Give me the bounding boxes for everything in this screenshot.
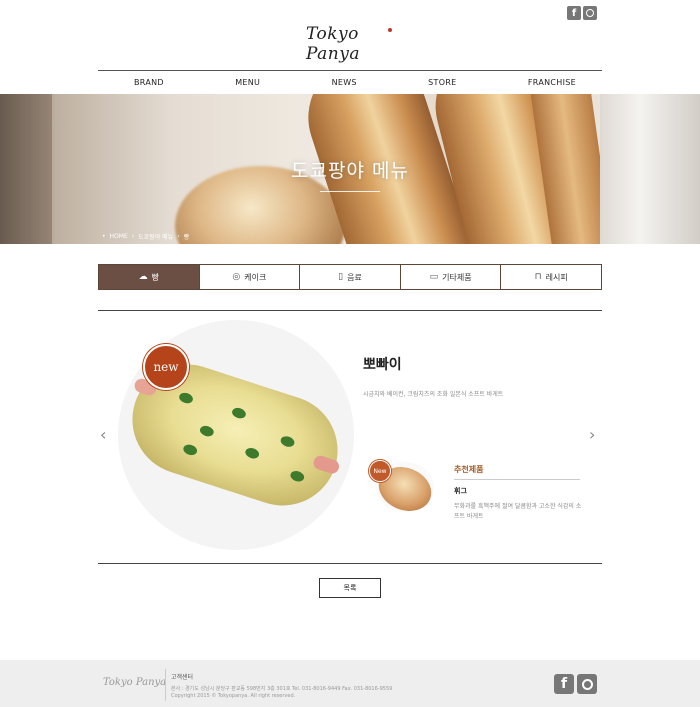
product-name: 뽀빠이 [363, 357, 402, 373]
footer-address: 본사 : 경기도 성남시 분당구 판교동 598번지 3층 301호 Tel. … [171, 686, 393, 692]
footer: Tokyo Panya 고객센터 본사 : 경기도 성남시 분당구 판교동 59… [0, 660, 700, 707]
footer-title: 고객센터 [171, 674, 194, 681]
tab-label: 기타제품 [442, 272, 472, 282]
recommended-divider [454, 479, 580, 480]
breadcrumb-current: 빵 [183, 234, 190, 241]
chevron-right-icon: › [177, 233, 180, 240]
logo[interactable]: Tokyo Panya [300, 18, 400, 64]
nav-menu[interactable]: MENU [235, 78, 260, 87]
breadcrumb-home[interactable]: HOME [110, 233, 128, 240]
tab-label: 케이크 [244, 272, 267, 282]
nav-franchise[interactable]: FRANCHISE [528, 78, 576, 87]
logo-dot [388, 28, 392, 32]
instagram-icon[interactable] [583, 6, 597, 20]
tab-label: 빵 [151, 272, 159, 282]
category-tabs: ☁ 빵 ◎ 케이크 ▯ 음료 ▭ 기타제품 ⊓ 레시피 [98, 264, 602, 290]
tab-drink[interactable]: ▯ 음료 [299, 265, 400, 289]
tab-bread[interactable]: ☁ 빵 [99, 265, 199, 289]
list-button[interactable]: 목록 [319, 578, 381, 598]
facebook-icon[interactable]: f [567, 6, 581, 20]
divider [98, 563, 602, 564]
breadcrumb-menu[interactable]: 도쿄팡야 메뉴 [138, 232, 173, 241]
nav-store[interactable]: STORE [428, 78, 456, 87]
page-title: 도쿄팡야 메뉴 [291, 160, 409, 182]
footer-logo: Tokyo Panya [103, 677, 167, 688]
hero-banner: 도쿄팡야 메뉴 • HOME › 도쿄팡야 메뉴 › 빵 [0, 94, 700, 244]
prev-arrow-icon[interactable]: ‹ [100, 425, 106, 444]
instagram-icon[interactable] [577, 674, 597, 694]
footer-social: f [554, 674, 597, 694]
recommended-description: 무화과를 흑맥주에 절여 달콤함과 고소한 식감의 소프트 바게트 [454, 503, 582, 521]
product-icon: ▭ [429, 272, 439, 282]
tab-other-products[interactable]: ▭ 기타제품 [399, 265, 501, 289]
divider [98, 310, 602, 311]
breadcrumb: • HOME › 도쿄팡야 메뉴 › 빵 [102, 232, 189, 241]
footer-copyright: Copyright 2015 © Tokyopanya. All right r… [171, 693, 296, 699]
next-arrow-icon[interactable]: › [589, 425, 595, 444]
tab-label: 레시피 [545, 272, 568, 282]
chevron-right-icon: › [131, 233, 135, 240]
main-nav: BRAND MENU NEWS STORE FRANCHISE [98, 70, 602, 94]
tab-cake[interactable]: ◎ 케이크 [198, 265, 300, 289]
cake-icon: ◎ [232, 272, 241, 282]
nav-brand[interactable]: BRAND [134, 78, 164, 87]
tab-recipe[interactable]: ⊓ 레시피 [500, 265, 601, 289]
social-links-top: f [567, 6, 597, 20]
facebook-icon[interactable]: f [554, 674, 574, 694]
footer-divider [165, 669, 166, 701]
bread-icon: ☁ [138, 272, 148, 282]
recommended-name[interactable]: 휘그 [454, 486, 467, 496]
breadcrumb-dot: • [102, 233, 106, 240]
new-badge: new [143, 344, 189, 390]
title-underline [320, 191, 380, 192]
drink-icon: ▯ [338, 272, 344, 282]
logo-text: Tokyo Panya [306, 24, 360, 64]
tab-label: 음료 [347, 272, 362, 282]
recipe-icon: ⊓ [534, 272, 542, 282]
product-description: 시금치와 베이컨, 크림치즈의 조화 일본식 소프트 바게트 [363, 391, 504, 398]
recommended-title: 추천제품 [454, 465, 484, 474]
nav-news[interactable]: NEWS [332, 78, 357, 87]
recommended-new-badge: New [369, 460, 391, 482]
